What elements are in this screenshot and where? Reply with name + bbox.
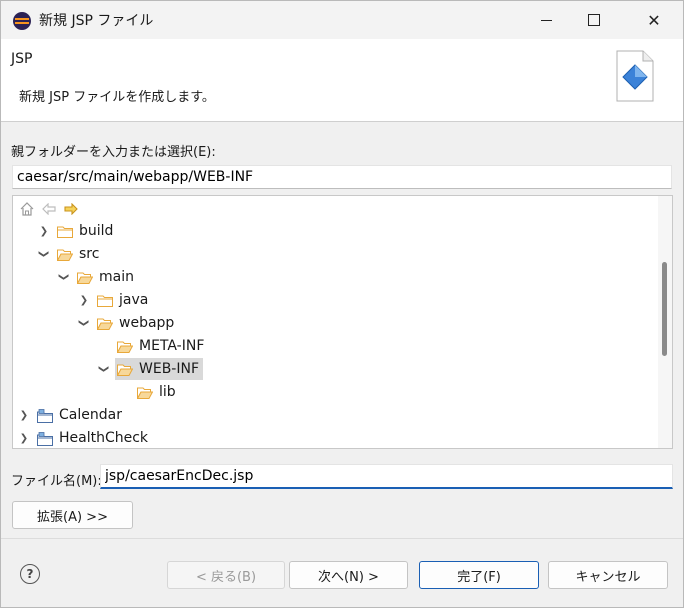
open-folder-icon <box>97 317 113 330</box>
file-name-input[interactable] <box>100 464 673 489</box>
parent-folder-input[interactable] <box>12 165 672 189</box>
tree-item-label: Calendar <box>59 407 122 423</box>
eclipse-icon <box>13 12 31 30</box>
title-bar[interactable]: 新規 JSP ファイル ✕ <box>1 1 683 39</box>
back-arrow-icon[interactable] <box>41 201 57 217</box>
maximize-button[interactable] <box>571 1 617 39</box>
expanded-chevron-icon[interactable]: ❯ <box>53 270 75 284</box>
collapsed-chevron-icon[interactable]: ❯ <box>77 289 91 311</box>
window-title: 新規 JSP ファイル <box>39 13 154 29</box>
tree-item-webapp[interactable]: ❯ webapp <box>77 312 175 334</box>
folder-icon <box>97 294 113 307</box>
collapsed-chevron-icon[interactable]: ❯ <box>17 404 31 426</box>
open-folder-icon <box>77 271 93 284</box>
close-button[interactable]: ✕ <box>631 1 677 39</box>
tree-item-label: java <box>119 292 149 308</box>
file-name-label: ファイル名(M): <box>11 474 102 489</box>
tree-item-src[interactable]: ❯ src <box>37 243 100 265</box>
wizard-title: JSP <box>11 51 33 67</box>
wizard-description: 新規 JSP ファイルを作成します。 <box>19 90 215 105</box>
tree-item-main[interactable]: ❯ main <box>57 266 134 288</box>
expanded-chevron-icon[interactable]: ❯ <box>93 362 115 376</box>
folder-tree[interactable]: ❯ build ❯ src ❯ main ❯ java ❯ webapp MET… <box>12 195 673 449</box>
tree-scrollbar[interactable] <box>658 196 672 448</box>
minimize-button[interactable] <box>523 1 569 39</box>
cancel-button[interactable]: キャンセル <box>548 561 668 589</box>
expanded-chevron-icon[interactable]: ❯ <box>33 247 55 261</box>
collapsed-chevron-icon[interactable]: ❯ <box>37 220 51 242</box>
footer-separator <box>1 538 683 539</box>
tree-item-web-inf[interactable]: ❯ WEB-INF <box>97 358 200 380</box>
home-icon[interactable] <box>19 201 35 217</box>
tree-item-label: META-INF <box>139 338 205 354</box>
tree-item-label: webapp <box>119 315 175 331</box>
expanded-chevron-icon[interactable]: ❯ <box>73 316 95 330</box>
tree-item-label: WEB-INF <box>139 361 199 377</box>
maximize-icon <box>588 14 600 26</box>
tree-item-healthcheck[interactable]: ❯ HealthCheck <box>17 427 149 448</box>
tree-item-lib[interactable]: lib <box>137 381 176 403</box>
open-folder-icon <box>117 363 133 376</box>
close-icon: ✕ <box>647 10 661 30</box>
finish-button[interactable]: 完了(F) <box>419 561 539 589</box>
tree-item-label: main <box>99 269 134 285</box>
open-folder-icon <box>117 340 133 353</box>
open-folder-icon <box>137 386 153 399</box>
jsp-file-wizard-icon <box>613 47 657 105</box>
folder-icon <box>57 225 73 238</box>
tree-item-label: build <box>79 223 114 239</box>
project-icon <box>37 431 53 446</box>
tree-item-label: HealthCheck <box>59 430 149 446</box>
tree-item-build[interactable]: ❯ build <box>37 220 114 242</box>
new-jsp-file-dialog: 新規 JSP ファイル ✕ JSP 新規 JSP ファイルを作成します。 親フォ… <box>0 0 684 608</box>
advanced-button[interactable]: 拡張(A) >> <box>12 501 133 529</box>
tree-toolbar <box>19 200 79 218</box>
minimize-icon <box>540 19 552 21</box>
tree-item-calendar[interactable]: ❯ Calendar <box>17 404 122 426</box>
tree-item-label: src <box>79 246 100 262</box>
back-button[interactable]: < 戻る(B) <box>167 561 285 589</box>
tree-item-java[interactable]: ❯ java <box>77 289 149 311</box>
next-button[interactable]: 次へ(N) > <box>289 561 408 589</box>
help-icon[interactable]: ? <box>20 564 40 584</box>
open-folder-icon <box>57 248 73 261</box>
scrollbar-thumb[interactable] <box>662 262 667 356</box>
wizard-header: JSP 新規 JSP ファイルを作成します。 <box>1 39 683 122</box>
forward-arrow-icon[interactable] <box>63 201 79 217</box>
tree-item-meta-inf[interactable]: META-INF <box>117 335 204 357</box>
project-icon <box>37 408 53 423</box>
collapsed-chevron-icon[interactable]: ❯ <box>17 427 31 448</box>
parent-folder-label: 親フォルダーを入力または選択(E): <box>11 145 216 160</box>
tree-item-label: lib <box>159 384 176 400</box>
